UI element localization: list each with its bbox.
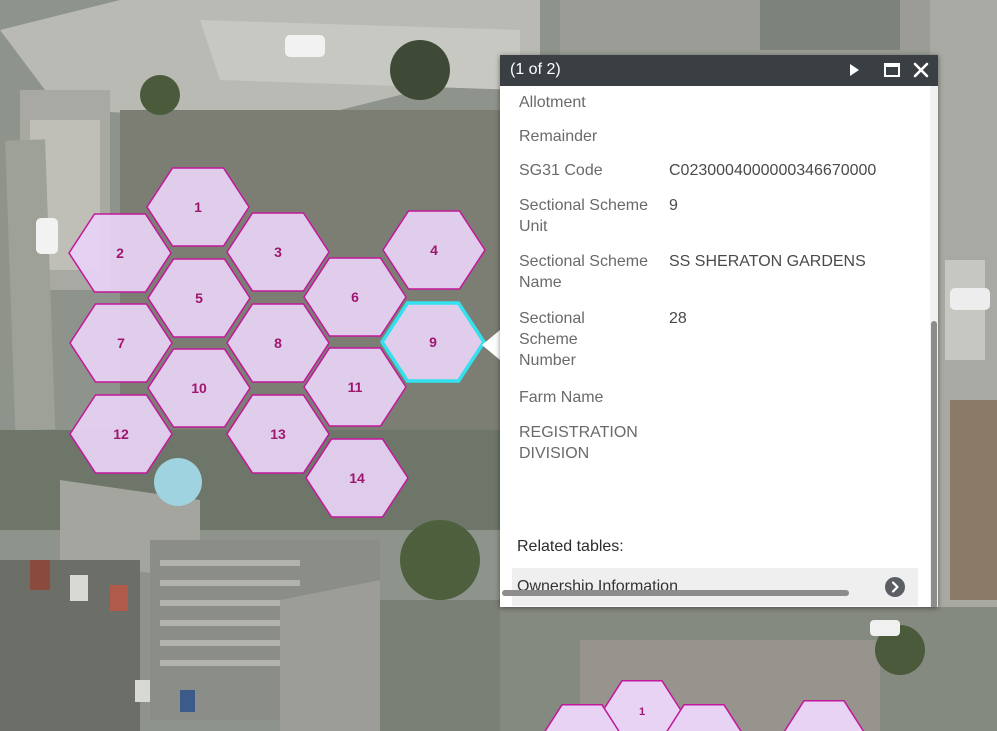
attribute-value: 9: [669, 197, 678, 214]
attribute-value: 28: [669, 310, 687, 327]
chevron-right-circle-icon[interactable]: [885, 577, 905, 597]
attribute-label: Sectional Scheme Name: [519, 253, 648, 291]
popup-title: (1 of 2): [510, 61, 561, 78]
parcel-label: 8: [274, 335, 282, 351]
parcel-label: 1: [194, 199, 202, 215]
next-feature-icon[interactable]: [843, 59, 865, 81]
attribute-label: Farm Name: [519, 389, 604, 406]
maximize-icon[interactable]: [881, 59, 903, 81]
attribute-label: Allotment: [519, 94, 586, 111]
inset-parcel-label: 1: [639, 706, 645, 718]
parcel-label: 9: [429, 334, 437, 350]
popup-pointer: [482, 330, 500, 360]
attribute-label: Remainder: [519, 128, 598, 145]
attribute-value: C0230004000000346670000: [669, 162, 877, 179]
related-table-ownership-information[interactable]: Ownership Information: [512, 568, 918, 606]
parcel-label: 4: [430, 242, 438, 258]
parcel-label: 2: [116, 245, 124, 261]
parcel-label: 7: [117, 335, 125, 351]
attribute-label: REGISTRATION DIVISION: [519, 424, 638, 462]
attribute-value: SS SHERATON GARDENS: [669, 253, 866, 270]
parcel-label: 5: [195, 290, 203, 306]
attribute-label: SG31 Code: [519, 162, 603, 179]
parcel-label: 10: [191, 380, 207, 396]
vertical-scrollbar[interactable]: [931, 321, 937, 607]
feature-popup: (1 of 2) Allotment Remainder SG31 Code C…: [500, 55, 938, 607]
popup-header: (1 of 2): [500, 55, 938, 86]
parcel-label: 11: [348, 379, 363, 395]
horizontal-scrollbar[interactable]: [502, 590, 849, 596]
parcel-label: 13: [270, 426, 286, 442]
parcel-label: 6: [351, 289, 359, 305]
close-icon[interactable]: [910, 59, 932, 81]
parcel-label: 3: [274, 244, 282, 260]
attribute-label: Sectional Scheme Unit: [519, 197, 648, 235]
parcel-label: 14: [349, 470, 365, 486]
related-tables-heading: Related tables:: [517, 538, 624, 555]
parcel-label: 12: [113, 426, 129, 442]
popup-content: Allotment Remainder SG31 Code C023000400…: [500, 86, 930, 607]
attribute-label: Sectional Scheme Number: [519, 310, 585, 369]
